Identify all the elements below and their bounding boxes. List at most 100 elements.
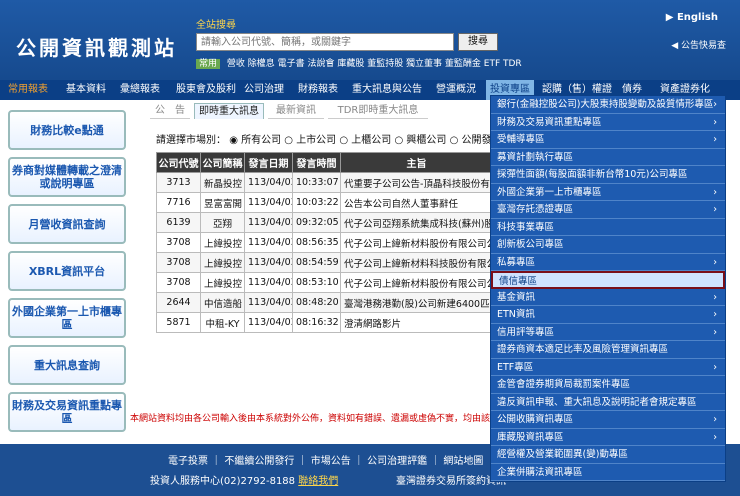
search-input[interactable] bbox=[196, 33, 454, 51]
sidebar-item-foreign-listing[interactable]: 外國企業第一上市櫃專區 bbox=[8, 298, 126, 338]
dropdown-item-label: 證券商資本適足比率及風險管理資訊專區 bbox=[497, 344, 669, 355]
col-header-date: 發言日期 bbox=[244, 152, 293, 173]
common-links[interactable]: 營收 除權息 電子書 法說會 庫藏股 董監持股 獨立董事 董監酬金 ETF TD… bbox=[227, 59, 522, 69]
search-label: 全站搜尋 bbox=[196, 20, 236, 31]
dropdown-item[interactable]: ETF專區 › bbox=[491, 359, 725, 376]
dropdown-item[interactable]: ETN資訊 › bbox=[491, 306, 725, 324]
nav-item-basic[interactable]: 基本資料 bbox=[66, 80, 106, 100]
dropdown-item-label: 受輔導專區 bbox=[497, 134, 545, 145]
radio-listed-label: 上市公司 bbox=[296, 135, 337, 146]
cell-subject[interactable]: 代子公司上緯新材料股份有限公司公 bbox=[340, 232, 493, 253]
dropdown-item-label: 違反資訊申報、重大訊息及說明記者會規定專區 bbox=[497, 396, 697, 408]
market-selector: 請選擇市場別： ◉ 所有公司 ○ 上市公司 ○ 上櫃公司 ○ 興櫃公司 ○ 公開… bbox=[156, 131, 491, 146]
sidebar-item-xbrl[interactable]: XBRL資訊平台 bbox=[8, 251, 126, 291]
dropdown-item[interactable]: 違反資訊申報、重大訊息及說明記者會規定專區 bbox=[491, 394, 725, 411]
cell-time: 10:03:22 bbox=[292, 192, 341, 213]
sidebar-item-material-info[interactable]: 重大訊息查詢 bbox=[8, 345, 126, 385]
dropdown-item[interactable]: 財務及交易資訊重點專區 › bbox=[491, 114, 725, 131]
cell-code: 3708 bbox=[156, 232, 201, 253]
table-row[interactable]: 3708 上緯投控 113/04/03 08:56:35 代子公司上緯新材料股份… bbox=[156, 232, 493, 253]
table-row[interactable]: 2644 中信造船 113/04/03 08:48:20 臺灣港務港勤(股)公司… bbox=[156, 292, 493, 313]
col-header-name: 公司簡稱 bbox=[200, 152, 245, 173]
cell-subject[interactable]: 代子公司上緯新材料科技股份有限公 bbox=[340, 252, 493, 273]
cell-name: 上緯投控 bbox=[200, 252, 245, 273]
chevron-right-icon: › bbox=[713, 361, 717, 373]
dropdown-item[interactable]: 庫藏股資訊專區 › bbox=[491, 429, 725, 446]
dropdown-item-label: 財務及交易資訊重點專區 bbox=[497, 116, 602, 128]
dropdown-item-label: 臺灣存託憑證專區 bbox=[497, 204, 574, 215]
dropdown-item[interactable]: 創新板公司專區 bbox=[491, 236, 725, 254]
dropdown-item[interactable]: 信用評等專區 › bbox=[491, 324, 725, 341]
dropdown-item-label: 信用評等專區 bbox=[497, 326, 555, 338]
cell-date: 113/04/03 bbox=[244, 252, 293, 273]
cell-time: 08:54:59 bbox=[292, 252, 341, 273]
nav-item-shareholders[interactable]: 股東會及股利 bbox=[176, 80, 236, 100]
dropdown-item[interactable]: 公開收購資訊專區 › bbox=[491, 411, 725, 429]
sidebar-item-broker-clarify[interactable]: 券商對媒體轉載之澄清或說明專區 bbox=[8, 157, 126, 197]
contact-link[interactable]: 聯絡我們 bbox=[298, 476, 338, 487]
site-logo[interactable]: 公開資訊觀測站 bbox=[16, 32, 177, 61]
radio-otc[interactable]: ○ bbox=[339, 135, 351, 146]
dropdown-item[interactable]: 採彈性面額(每股面額非新台幣10元)公司專區 bbox=[491, 166, 725, 184]
col-header-code: 公司代號 bbox=[156, 152, 201, 173]
dropdown-item-label: 企業併購法資訊專區 bbox=[497, 466, 583, 478]
dropdown-item-label: 金管會證券期貨局裁罰案件專區 bbox=[497, 379, 631, 390]
footer-links[interactable]: 電子投票 ｜ 不繼續公開發行 ｜ 市場公告 ｜ 公司治理評鑑 ｜ 網站地圖 ｜ bbox=[168, 452, 497, 467]
sidebar-item-monthly-revenue[interactable]: 月營收資訊查詢 bbox=[8, 204, 126, 244]
dropdown-item[interactable]: 企業併購法資訊專區 bbox=[491, 464, 725, 481]
dropdown-item-label: 銀行(金融控股公司)大股東持股變動及設質情形專區 bbox=[497, 99, 714, 110]
cell-time: 09:32:05 bbox=[292, 212, 341, 233]
sidebar-item-financial-compare[interactable]: 財務比較e點通 bbox=[8, 110, 126, 150]
dropdown-item[interactable]: 科技事業專區 bbox=[491, 219, 725, 236]
radio-all[interactable]: ◉ bbox=[229, 135, 241, 146]
dropdown-item[interactable]: 證券商資本適足比率及風險管理資訊專區 bbox=[491, 341, 725, 359]
dropdown-item[interactable]: 基金資訊 › bbox=[491, 289, 725, 306]
cell-subject[interactable]: 代子公司上緯新材料股份有限公司公 bbox=[340, 272, 493, 293]
dropdown-item[interactable]: 外國企業第一上市櫃專區 › bbox=[491, 184, 725, 201]
nav-item-governance[interactable]: 公司治理 bbox=[244, 80, 284, 100]
radio-listed[interactable]: ○ bbox=[284, 135, 296, 146]
dropdown-item[interactable]: 銀行(金融控股公司)大股東持股變動及設質情形專區 › bbox=[491, 96, 725, 114]
tab-tdr[interactable]: TDR即時重大訊息 bbox=[328, 103, 428, 119]
dropdown-item[interactable]: 募資計劃執行專區 bbox=[491, 149, 725, 166]
dropdown-item[interactable]: 臺灣存託憑證專區 › bbox=[491, 201, 725, 219]
tab-realtime-material[interactable]: 即時重大訊息 bbox=[194, 103, 264, 119]
shortcut-link[interactable]: ◀ 公告快易查 bbox=[671, 38, 726, 51]
sidebar-item-finance-trading[interactable]: 財務及交易資訊重點專區 bbox=[8, 392, 126, 432]
radio-emerging[interactable]: ○ bbox=[394, 135, 406, 146]
cell-subject[interactable]: 澄清網路影片 bbox=[340, 312, 493, 333]
dropdown-item[interactable]: 受輔導專區 › bbox=[491, 131, 725, 149]
col-header-time: 發言時間 bbox=[292, 152, 341, 173]
cell-subject[interactable]: 公告本公司自然人董事辭任 bbox=[340, 192, 493, 213]
search-button[interactable]: 搜尋 bbox=[458, 33, 498, 51]
radio-public[interactable]: ○ bbox=[450, 135, 462, 146]
language-label: English bbox=[676, 12, 718, 23]
table-row[interactable]: 3708 上緯投控 113/04/03 08:54:59 代子公司上緯新材料科技… bbox=[156, 252, 493, 273]
dropdown-item[interactable]: 私募專區 › bbox=[491, 254, 725, 271]
table-row[interactable]: 6139 亞翔 113/04/03 09:32:05 代子公司亞翔系統集成科技(… bbox=[156, 212, 493, 233]
cell-subject[interactable]: 代子公司亞翔系統集成科技(蘇州)股 bbox=[340, 212, 493, 233]
globe-icon: ▶ bbox=[665, 12, 677, 23]
table-row[interactable]: 5871 中租-KY 113/04/03 08:16:32 澄清網路影片 bbox=[156, 312, 493, 333]
dropdown-item-selected[interactable]: 債信專區 bbox=[491, 271, 725, 289]
nav-item-summary[interactable]: 彙總報表 bbox=[120, 80, 160, 100]
tab-announcement[interactable]: 公 告 bbox=[150, 103, 190, 119]
language-switch[interactable]: ▶ English bbox=[666, 12, 718, 23]
nav-item-financials[interactable]: 財務報表 bbox=[298, 80, 338, 100]
material-info-table: 公司代號 公司簡稱 發言日期 發言時間 主旨 3713 新晶投控 113/04/… bbox=[156, 152, 493, 333]
dropdown-item-label: ETF專區 bbox=[497, 361, 534, 373]
radio-public-label: 公開發 bbox=[461, 135, 492, 146]
nav-item-common[interactable]: 常用報表 bbox=[8, 80, 48, 100]
table-row[interactable]: 7716 昱富富開 113/04/03 10:03:22 公告本公司自然人董事辭… bbox=[156, 192, 493, 213]
dropdown-item[interactable]: 經營權及營業範圍異(變)動專區 bbox=[491, 446, 725, 464]
nav-item-announcements[interactable]: 重大訊息與公告 bbox=[352, 80, 422, 100]
table-row[interactable]: 3708 上緯投控 113/04/03 08:53:10 代子公司上緯新材料股份… bbox=[156, 272, 493, 293]
table-row[interactable]: 3713 新晶投控 113/04/03 10:33:07 代重要子公司公告-頂晶… bbox=[156, 172, 493, 193]
tab-latest[interactable]: 最新資訊 bbox=[268, 103, 324, 119]
investment-dropdown-menu: 銀行(金融控股公司)大股東持股變動及設質情形專區 › 財務及交易資訊重點專區 › 受… bbox=[490, 95, 726, 482]
dropdown-item[interactable]: 金管會證券期貨局裁罰案件專區 bbox=[491, 376, 725, 394]
chevron-right-icon: › bbox=[713, 134, 717, 145]
nav-item-operations[interactable]: 營運概況 bbox=[436, 80, 476, 100]
cell-subject[interactable]: 臺灣港務港勤(股)公司新建6400匹馬 bbox=[340, 292, 493, 313]
cell-subject[interactable]: 代重要子公司公告-頂晶科技股份有 bbox=[340, 172, 493, 193]
